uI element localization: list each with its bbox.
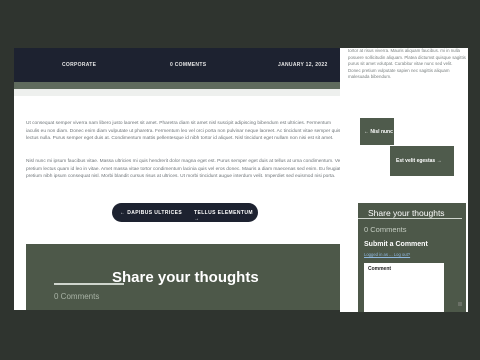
sidebar-comments-title: Share your thoughts — [368, 208, 445, 218]
sidebar-title-underline — [358, 218, 462, 219]
logged-in-link[interactable]: Logged in as ... Log out? — [364, 252, 410, 257]
comments-title-underline — [54, 283, 124, 285]
post-paragraph-1: Ut consequat semper viverra nam libero j… — [26, 121, 341, 141]
comments-section: Share your thoughts 0 Comments — [26, 244, 346, 310]
sidebar-comment-form: Share your thoughts 0 Comments Submit a … — [358, 203, 466, 312]
resize-grip-icon[interactable] — [458, 302, 462, 306]
main-page: CORPORATE 0 COMMENTS JANUARY 12, 2022 Ut… — [14, 48, 346, 310]
comment-field-label: Comment — [368, 266, 392, 272]
sidebar-prev-label: ← Nisl nunc — [364, 129, 393, 135]
prev-post-link[interactable]: ← DAPIBUS ULTRICES — [120, 210, 182, 216]
submit-comment-heading: Submit a Comment — [364, 241, 428, 248]
next-post-link[interactable]: TELLUS ELEMENTUM → — [194, 210, 258, 222]
sidebar-prev-link[interactable]: ← Nisl nunc — [360, 118, 394, 145]
sidebar-text-excerpt: tortor at risus viverra. Mauris aliquam … — [348, 48, 466, 79]
meta-divider-stripe — [14, 82, 346, 89]
sidebar-panel: tortor at risus viverra. Mauris aliquam … — [340, 48, 468, 312]
comments-title: Share your thoughts — [112, 269, 259, 286]
sidebar-next-label: Est velit egestas → — [396, 158, 442, 164]
post-paragraph-2: Nisl nunc mi ipsum faucibus vitae. Massa… — [26, 159, 342, 179]
meta-divider-light — [14, 89, 346, 96]
comments-count: 0 Comments — [54, 292, 100, 301]
post-navigation: ← DAPIBUS ULTRICES TELLUS ELEMENTUM → — [112, 203, 258, 222]
sidebar-comments-count: 0 Comments — [364, 225, 407, 234]
post-comments-count[interactable]: 0 COMMENTS — [170, 62, 206, 68]
post-meta-bar: CORPORATE 0 COMMENTS JANUARY 12, 2022 — [14, 48, 346, 82]
sidebar-next-link[interactable]: Est velit egestas → — [390, 146, 454, 176]
post-category[interactable]: CORPORATE — [62, 62, 96, 68]
post-date: JANUARY 12, 2022 — [278, 62, 328, 68]
comment-textarea[interactable]: Comment — [364, 263, 444, 312]
